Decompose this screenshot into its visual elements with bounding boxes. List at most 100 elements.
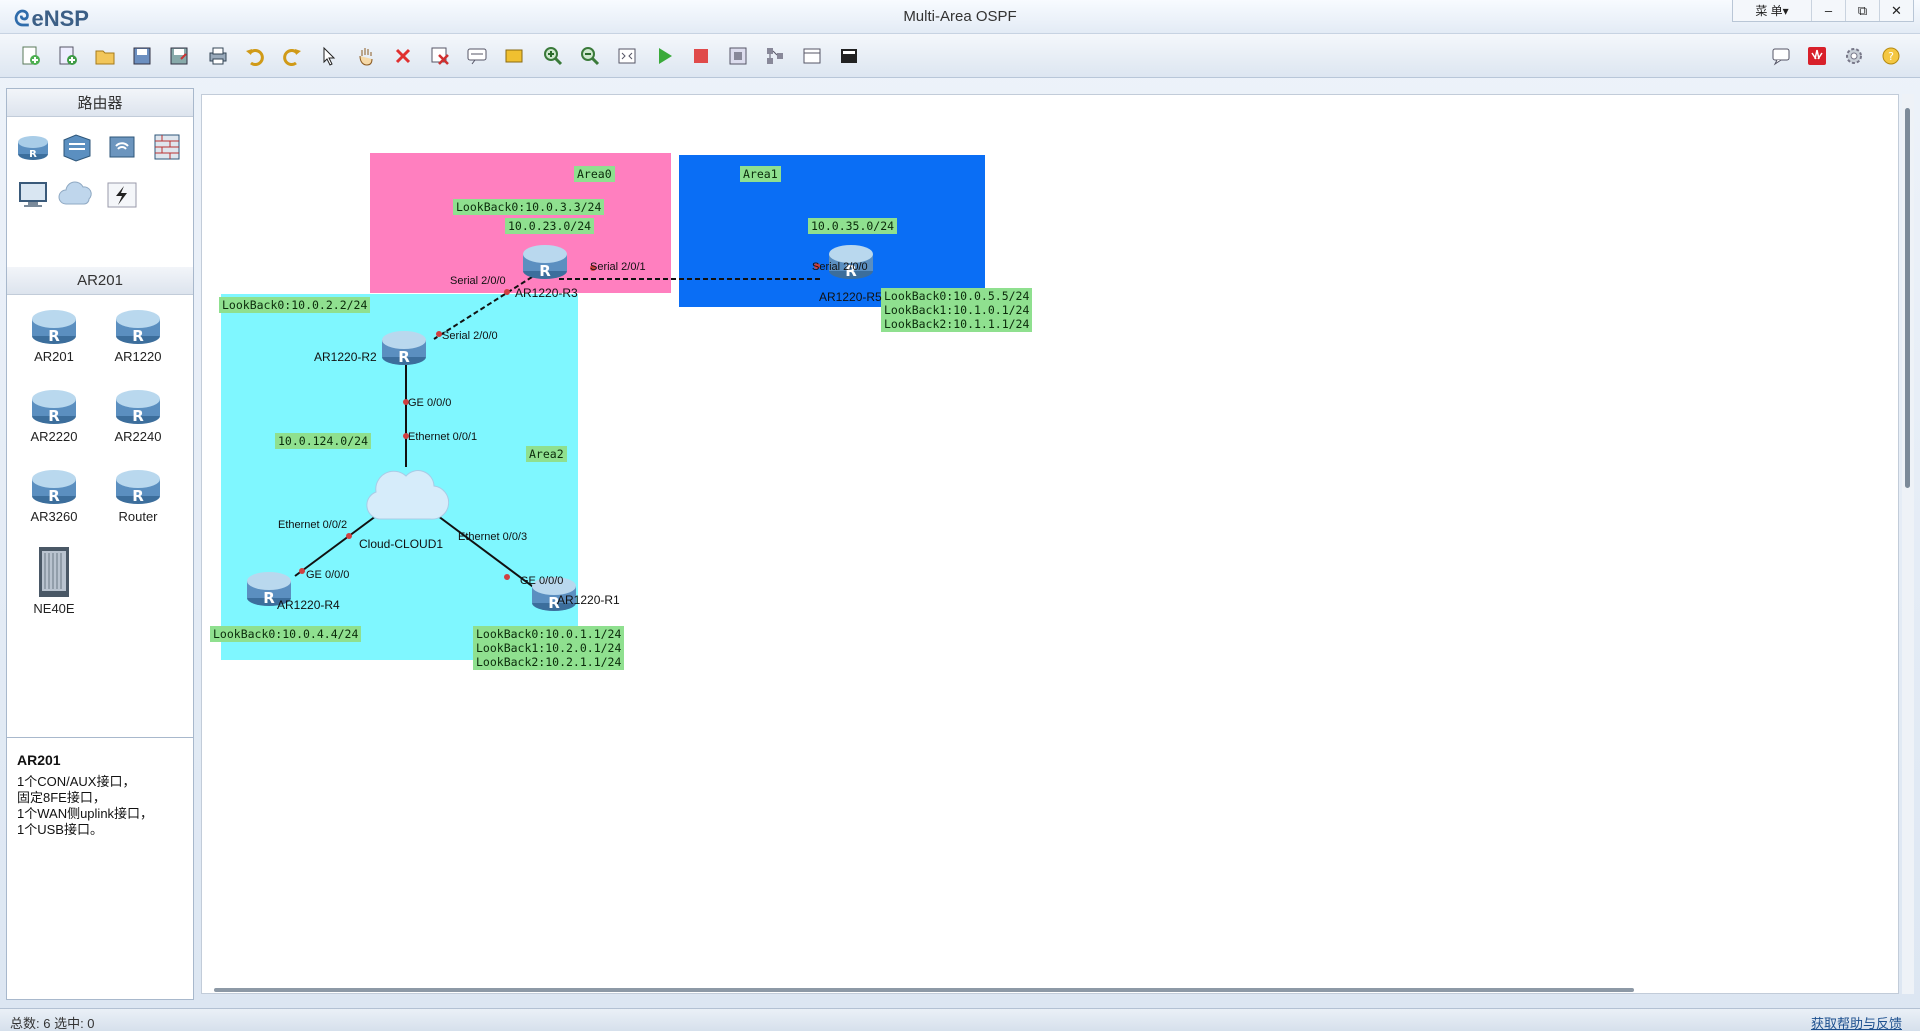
router-icon: R (32, 470, 76, 505)
svg-text:R: R (398, 348, 410, 366)
r3-loopback-tag: LookBack0:10.0.3.3/24 (453, 199, 605, 215)
device-label: AR201 (34, 349, 74, 364)
r1-loopback-tag: LookBack0:10.0.1.1/24 LookBack1:10.2.0.1… (473, 626, 625, 670)
pan-hand-icon[interactable] (353, 43, 379, 69)
router-icon: R (116, 310, 160, 345)
delete-all-links-icon[interactable] (427, 43, 453, 69)
wlan-category-icon[interactable] (102, 127, 142, 167)
area-label: Area2 (526, 446, 567, 462)
router-icon: R (32, 390, 76, 425)
port-dot (504, 289, 510, 295)
select-icon[interactable] (316, 43, 342, 69)
area-label: Area1 (740, 166, 781, 182)
links-layer (294, 263, 822, 596)
open-icon[interactable] (92, 43, 118, 69)
device-item-ar2240[interactable]: R AR2240 (97, 383, 179, 463)
minimize-button[interactable]: – (1811, 0, 1845, 21)
toolbar: ? (0, 34, 1920, 78)
port-dot (346, 533, 352, 539)
interface-label: GE 0/0/0 (520, 575, 564, 587)
cloud-node[interactable] (359, 459, 450, 534)
network-124-tag: 10.0.124.0/24 (275, 433, 372, 449)
delete-icon[interactable] (390, 43, 416, 69)
interface-label: Serial 2/0/0 (450, 275, 506, 287)
status-counts: 总数: 6 选中: 0 (10, 1016, 95, 1031)
zoom-in-icon[interactable] (540, 43, 566, 69)
svg-text:R: R (48, 487, 60, 505)
help-icon[interactable]: ? (1878, 43, 1904, 69)
capture-icon[interactable] (725, 43, 751, 69)
description-line: 1个WAN侧uplink接口， (17, 806, 154, 821)
device-item-ar3260[interactable]: R AR3260 (13, 463, 95, 543)
chat-icon[interactable] (1768, 43, 1794, 69)
ensp-window: ᘓeNSP Multi-Area OSPF 菜 单▾ – ⧉ ✕ ? 路由器 R… (0, 0, 1920, 1031)
start-device-icon[interactable] (651, 43, 677, 69)
window-title: Multi-Area OSPF (903, 8, 1017, 25)
node-label-r5: AR1220-R5 (819, 290, 882, 304)
close-button[interactable]: ✕ (1879, 0, 1913, 21)
vertical-scrollbar[interactable] (1902, 94, 1914, 994)
fit-icon[interactable] (614, 43, 640, 69)
rectangle-icon[interactable] (501, 43, 527, 69)
text-icon[interactable] (464, 43, 490, 69)
device-item-ar201[interactable]: R AR201 (13, 303, 95, 383)
save-icon[interactable] (129, 43, 155, 69)
restore-button[interactable]: ⧉ (1845, 0, 1879, 21)
interface-label: Serial 2/0/0 (812, 261, 868, 273)
stop-device-icon[interactable] (688, 43, 714, 69)
description-title: AR201 (17, 752, 61, 768)
device-item-router[interactable]: R Router (97, 463, 179, 543)
settings-icon[interactable] (1841, 43, 1867, 69)
window-controls: 菜 单▾ – ⧉ ✕ (1732, 0, 1914, 22)
node-label-r4: AR1220-R4 (277, 598, 340, 612)
svg-text:R: R (48, 407, 60, 425)
network-35-tag: 10.0.35.0/24 (808, 218, 898, 234)
new-lab-icon[interactable] (55, 43, 81, 69)
new-topology-icon[interactable] (18, 43, 44, 69)
switch-category-icon[interactable] (57, 127, 97, 167)
topology-canvas[interactable]: Area0 Area1 Area2 LookBack0:10.0.3.3/24 … (201, 94, 1899, 994)
link-category-icon[interactable] (102, 175, 142, 215)
grid-icon[interactable] (799, 43, 825, 69)
device-item-ar2220[interactable]: R AR2220 (13, 383, 95, 463)
menu-button[interactable]: 菜 单▾ (1733, 0, 1811, 21)
router-r2[interactable]: R (379, 326, 429, 373)
device-label: AR2240 (114, 429, 162, 444)
firewall-category-icon[interactable] (147, 127, 187, 167)
node-label-r1: AR1220-R1 (557, 593, 620, 607)
redo-icon[interactable] (279, 43, 305, 69)
device-item-ne40e[interactable]: NE40E (13, 543, 95, 623)
svg-text:R: R (48, 327, 60, 345)
tag-line: LookBack1:10.2.0.1/24 (476, 641, 622, 655)
interface-label: GE 0/0/0 (306, 569, 350, 581)
category-grid: R (7, 117, 193, 267)
node-label-r3: AR1220-R3 (515, 286, 578, 300)
cli-icon[interactable] (836, 43, 862, 69)
huawei-icon[interactable] (1804, 43, 1830, 69)
tag-line: LookBack0:10.0.1.1/24 (476, 627, 622, 641)
undo-icon[interactable] (242, 43, 268, 69)
help-feedback-link[interactable]: 获取帮助与反馈 (1811, 1013, 1902, 1031)
svg-text:R: R (132, 327, 144, 345)
device-label: AR1220 (114, 349, 162, 364)
topology-icon[interactable] (762, 43, 788, 69)
tag-line: LookBack1:10.1.0.1/24 (884, 303, 1030, 317)
port-dot (504, 574, 510, 580)
print-icon[interactable] (205, 43, 231, 69)
title-bar: ᘓeNSP Multi-Area OSPF 菜 单▾ – ⧉ ✕ (0, 0, 1920, 34)
vertical-scroll-thumb[interactable] (1905, 108, 1910, 488)
save-as-icon[interactable] (166, 43, 192, 69)
pc-category-icon[interactable] (13, 175, 53, 215)
interface-label: Ethernet 0/0/3 (458, 531, 528, 543)
router-r3[interactable]: R (520, 240, 570, 287)
device-item-ar1220[interactable]: R AR1220 (97, 303, 179, 383)
router-category-icon[interactable]: R (13, 127, 53, 167)
svg-text:R: R (132, 407, 144, 425)
zoom-out-icon[interactable] (577, 43, 603, 69)
svg-text:R: R (539, 262, 551, 280)
cloud-category-icon[interactable] (57, 175, 97, 215)
device-panel: 路由器 R AR201 R AR201 R AR1220 R AR2220 R AR2240 R… (6, 88, 194, 1000)
horizontal-scrollbar[interactable] (214, 988, 1634, 992)
device-label: AR3260 (30, 509, 78, 524)
svg-text:R: R (29, 149, 37, 160)
